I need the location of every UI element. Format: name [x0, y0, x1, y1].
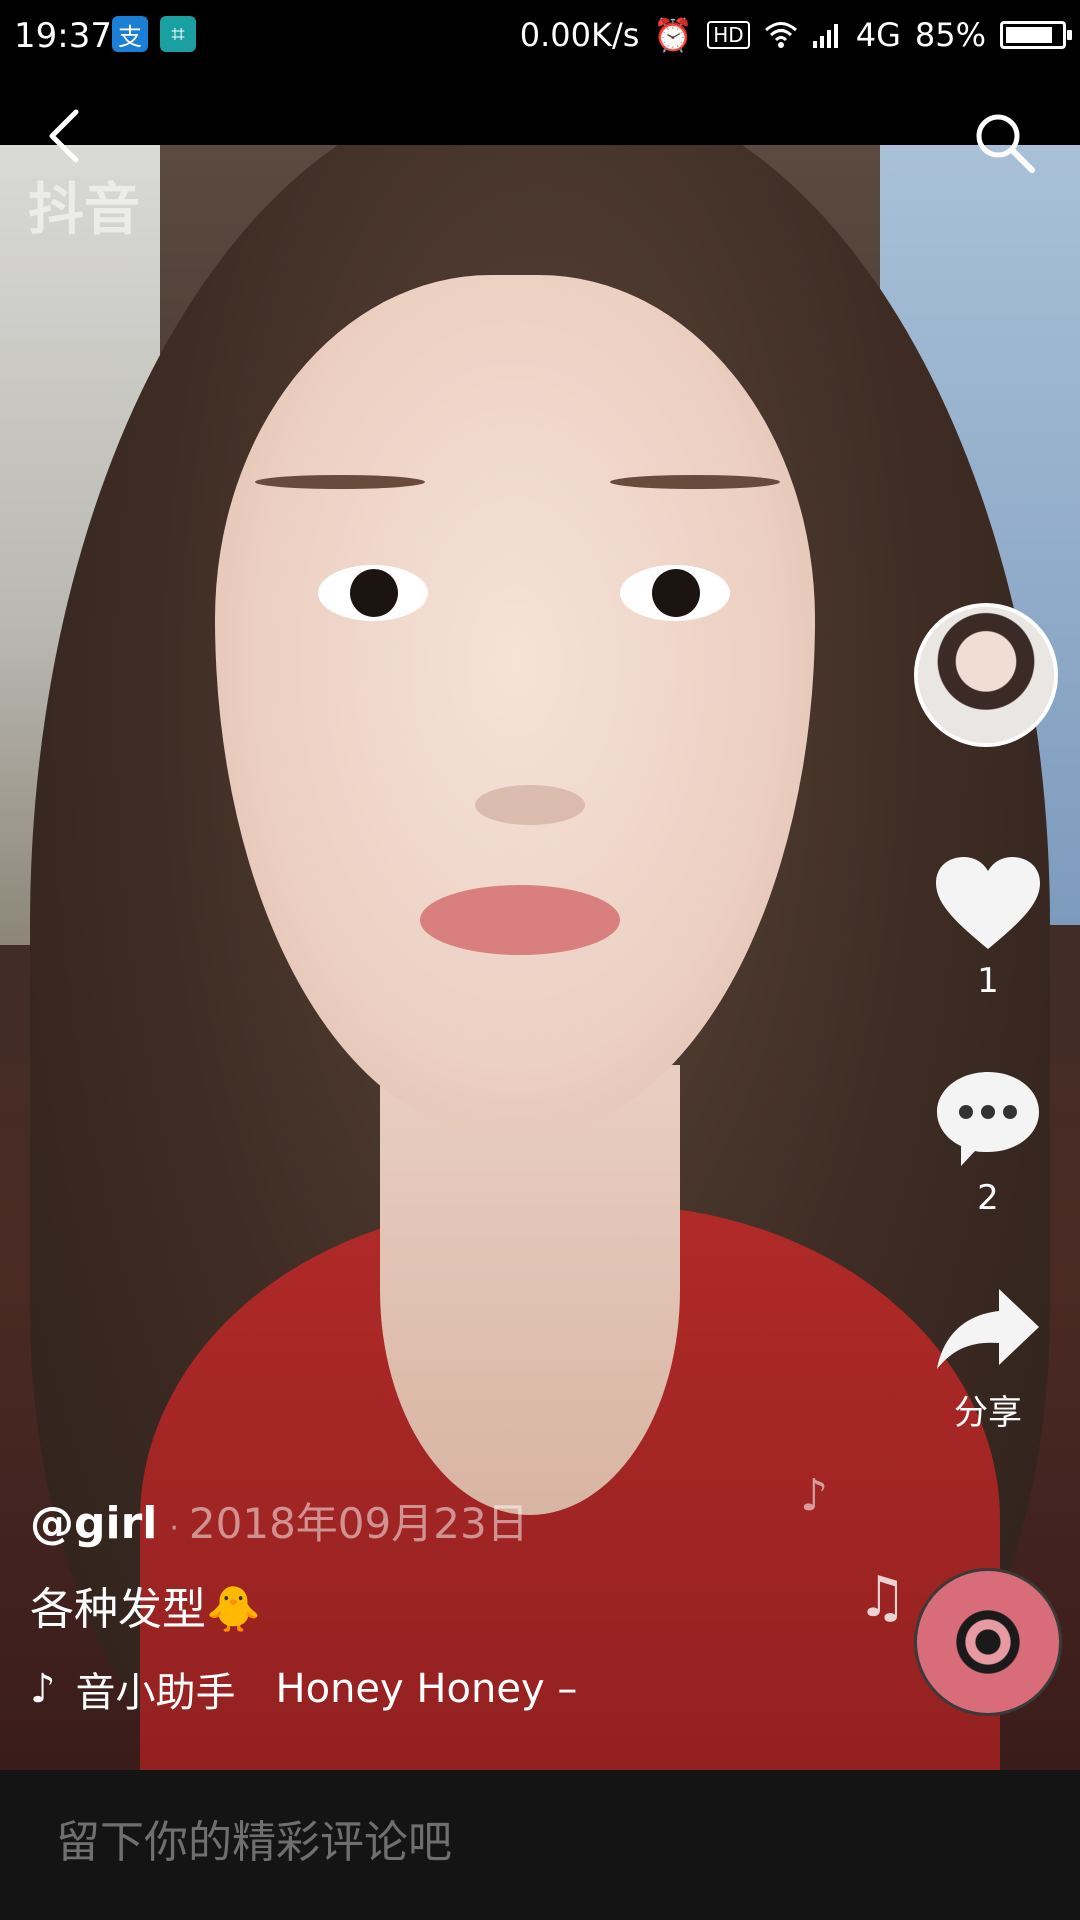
share-label: 分享: [954, 1393, 1022, 1433]
separator-dot: ·: [169, 1511, 179, 1546]
status-time: 19:37: [14, 16, 112, 56]
share-arrow-icon: [937, 1289, 1039, 1369]
signal-icon: [812, 24, 838, 48]
lips-shape: [420, 885, 620, 955]
like-count: 1: [977, 961, 999, 1001]
right-eyebrow: [610, 475, 780, 489]
net-speed: 0.00K/s: [519, 16, 640, 54]
music-info[interactable]: ♪ 音小助手 Honey Honey –: [30, 1660, 577, 1718]
hd-icon: HD: [707, 21, 750, 49]
music-title: Honey Honey –: [275, 1666, 578, 1712]
left-eyebrow: [255, 475, 425, 489]
comment-input[interactable]: 留下你的精彩评论吧: [56, 1806, 452, 1870]
comment-bar[interactable]: 留下你的精彩评论吧: [0, 1770, 1080, 1920]
video-detail-screen: 19:37 支 ⌗ 0.00K/s ⏰ HD 4G 85% 抖音 1 2 分享 …: [0, 0, 1080, 1920]
comment-bubble-icon: [937, 1072, 1039, 1166]
left-eye: [318, 565, 428, 621]
share-button[interactable]: 分享: [918, 1285, 1058, 1434]
video-description: 各种发型🐥: [30, 1584, 261, 1635]
network-type: 4G: [855, 16, 901, 54]
alarm-icon: ⏰: [653, 16, 694, 54]
tiktok-note-icon: ♪: [30, 1666, 56, 1712]
heart-icon: [936, 857, 1040, 949]
battery-percent: 85%: [914, 16, 986, 54]
alipay-icon: 支: [112, 16, 148, 52]
music-creator: 音小助手: [75, 1670, 236, 1716]
battery-icon: [1000, 21, 1072, 49]
post-date: 2018年09月23日: [188, 1499, 529, 1548]
nose-shape: [475, 785, 585, 825]
back-arrow-icon[interactable]: [40, 106, 90, 166]
status-bar: 19:37 支 ⌗ 0.00K/s ⏰ HD 4G 85%: [0, 0, 1080, 80]
music-disc[interactable]: [914, 1568, 1062, 1716]
author-line: @girl · 2018年09月23日: [30, 1490, 529, 1551]
video-caption: @girl · 2018年09月23日 各种发型🐥: [30, 1490, 529, 1637]
right-eye: [620, 565, 730, 621]
video-watermark: 抖音: [28, 178, 140, 243]
author-name[interactable]: @girl: [30, 1498, 157, 1549]
scan-icon: ⌗: [160, 16, 196, 52]
floating-music-note-icon: ♪: [800, 1470, 829, 1521]
wifi-icon: [764, 22, 797, 48]
status-right: 0.00K/s ⏰ HD 4G 85%: [519, 16, 1072, 54]
author-avatar[interactable]: [914, 603, 1058, 747]
comment-button[interactable]: 2: [918, 1068, 1058, 1218]
top-nav: [0, 80, 1080, 173]
floating-music-note-icon: ♫: [857, 1565, 908, 1630]
comment-count: 2: [977, 1178, 999, 1218]
search-icon[interactable]: [972, 110, 1036, 174]
like-button[interactable]: 1: [918, 855, 1058, 1001]
